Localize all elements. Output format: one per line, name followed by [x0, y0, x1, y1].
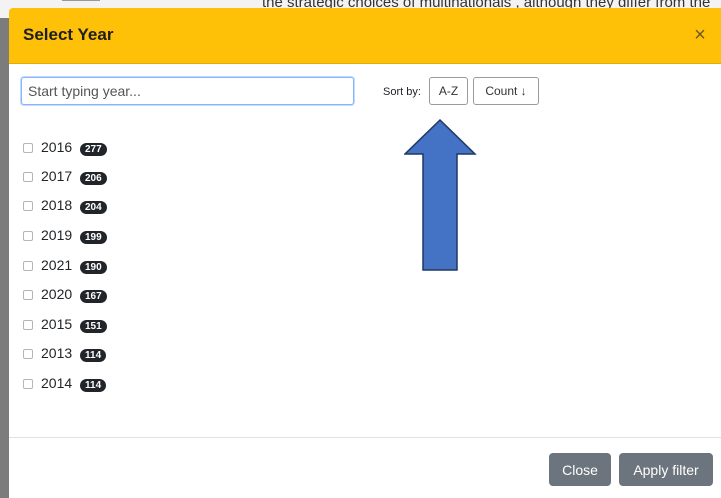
background-divider	[62, 0, 100, 1]
count-badge: 114	[80, 349, 107, 362]
checkbox[interactable]	[23, 231, 33, 241]
close-button[interactable]: Close	[549, 453, 611, 486]
year-label: 2020	[41, 286, 73, 302]
checkbox[interactable]	[23, 290, 33, 300]
checkbox[interactable]	[23, 320, 33, 330]
year-label: 2014	[41, 375, 73, 391]
year-label: 2019	[41, 227, 73, 243]
checkbox[interactable]	[23, 143, 33, 153]
year-search-input[interactable]	[21, 77, 354, 105]
count-badge: 190	[80, 261, 107, 274]
modal-title: Select Year	[23, 25, 114, 44]
sort-label: Sort by:	[383, 86, 421, 98]
checkbox[interactable]	[23, 201, 33, 211]
count-badge: 199	[80, 231, 107, 244]
count-badge: 206	[80, 172, 107, 185]
year-label: 2017	[41, 168, 73, 184]
year-label: 2015	[41, 316, 73, 332]
modal-footer: Close Apply filter	[9, 437, 721, 498]
select-year-modal: Select Year × Sort by: A-Z Count ↓ 2016 …	[9, 8, 721, 498]
up-arrow-icon	[404, 118, 477, 271]
overlay-backdrop[interactable]	[0, 18, 9, 498]
count-badge: 114	[80, 379, 107, 392]
close-icon[interactable]: ×	[689, 24, 711, 46]
modal-header: Select Year ×	[9, 8, 721, 64]
apply-filter-button[interactable]: Apply filter	[619, 453, 713, 486]
year-label: 2021	[41, 257, 73, 273]
year-label: 2018	[41, 197, 73, 213]
sort-az-button[interactable]: A-Z	[429, 77, 468, 105]
count-badge: 204	[80, 201, 107, 214]
year-label: 2016	[41, 139, 73, 155]
sort-count-button[interactable]: Count ↓	[473, 77, 539, 105]
year-label: 2013	[41, 345, 73, 361]
count-badge: 167	[80, 290, 107, 303]
count-badge: 277	[80, 143, 107, 156]
checkbox[interactable]	[23, 379, 33, 389]
checkbox[interactable]	[23, 349, 33, 359]
checkbox[interactable]	[23, 172, 33, 182]
count-badge: 151	[80, 320, 107, 333]
checkbox[interactable]	[23, 261, 33, 271]
